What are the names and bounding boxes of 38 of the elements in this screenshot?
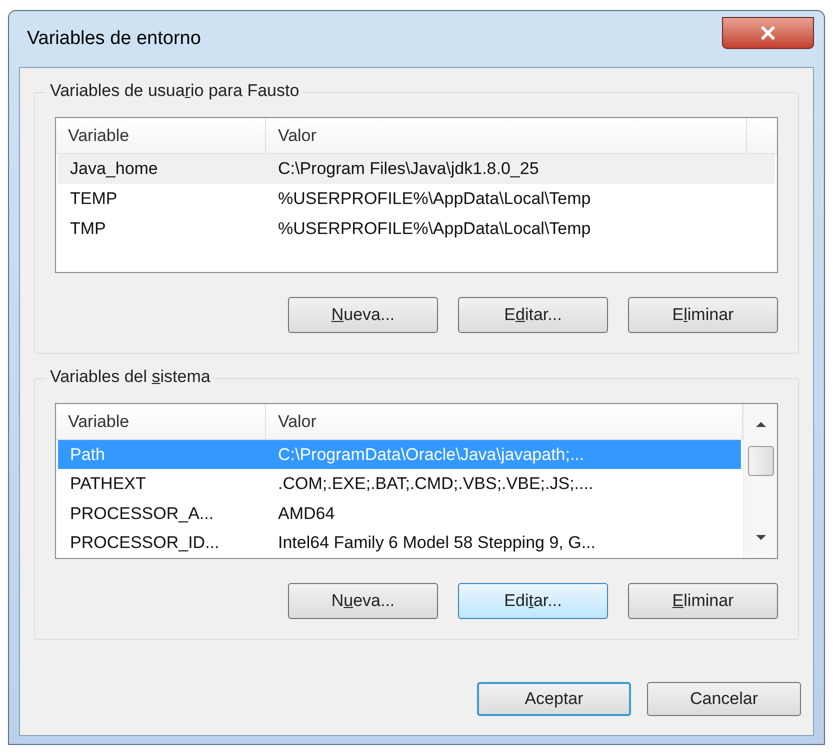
variable-name: PATHEXT bbox=[69, 473, 147, 496]
variable-name: Path bbox=[69, 444, 106, 466]
variable-value: %USERPROFILE%\AppData\Local\Temp bbox=[277, 188, 592, 210]
scroll-down-icon[interactable] bbox=[754, 534, 766, 542]
variable-value: C:\Program Files\Java\jdk1.8.0_25 bbox=[277, 158, 540, 180]
list-row[interactable]: PATHEXT .COM;.EXE;.BAT;.CMD;.VBS;.VBE;.JS;.... bbox=[58, 469, 741, 499]
list-row[interactable]: PROCESSOR_ID... Intel64 Family 6 Model 58 Stepping 9, G... bbox=[58, 528, 741, 558]
dialog-button[interactable]: Nueva... bbox=[288, 583, 438, 619]
scroll-thumb[interactable] bbox=[748, 446, 774, 476]
variable-value: Intel64 Family 6 Model 58 Stepping 9, G... bbox=[277, 532, 597, 554]
scrollbar[interactable] bbox=[743, 404, 777, 558]
list-row[interactable]: TMP %USERPROFILE%\AppData\Local\Temp bbox=[58, 214, 775, 244]
variable-value: AMD64 bbox=[277, 502, 336, 525]
column-header[interactable]: Variable bbox=[56, 404, 266, 439]
variable-name: PROCESSOR_A... bbox=[69, 502, 215, 525]
dialog-button[interactable]: Aceptar bbox=[477, 682, 631, 716]
column-header[interactable]: Valor bbox=[266, 118, 747, 153]
list-row[interactable]: Java_home C:\Program Files\Java\jdk1.8.0_25 bbox=[58, 154, 775, 184]
list-row[interactable]: TEMP %USERPROFILE%\AppData\Local\Temp bbox=[58, 184, 775, 214]
dialog-button[interactable]: Nueva... bbox=[288, 297, 438, 333]
dialog-button[interactable]: Eliminar bbox=[628, 583, 778, 619]
dialog-button[interactable]: Editar... bbox=[458, 583, 608, 619]
variable-name: TEMP bbox=[69, 188, 118, 210]
variable-name: Java_home bbox=[69, 158, 159, 180]
window-title: Variables de entorno bbox=[27, 26, 201, 51]
variable-value: %USERPROFILE%\AppData\Local\Temp bbox=[277, 218, 592, 240]
close-button[interactable] bbox=[722, 17, 814, 49]
dialog-button[interactable]: Eliminar bbox=[628, 297, 778, 333]
dialog-button[interactable]: Editar... bbox=[458, 297, 608, 333]
dialog-button[interactable]: Cancelar bbox=[647, 682, 801, 716]
variable-value: .COM;.EXE;.BAT;.CMD;.VBS;.VBE;.JS;.... bbox=[277, 473, 594, 496]
column-header[interactable]: Variable bbox=[56, 118, 266, 153]
variable-name: TMP bbox=[69, 218, 107, 240]
close-icon bbox=[760, 26, 776, 40]
list-row[interactable]: PROCESSOR_A... AMD64 bbox=[58, 498, 741, 528]
variable-name: PROCESSOR_ID... bbox=[69, 532, 220, 554]
scroll-up-icon[interactable] bbox=[754, 420, 766, 428]
variable-value: C:\ProgramData\Oracle\Java\javapath;... bbox=[277, 444, 586, 466]
